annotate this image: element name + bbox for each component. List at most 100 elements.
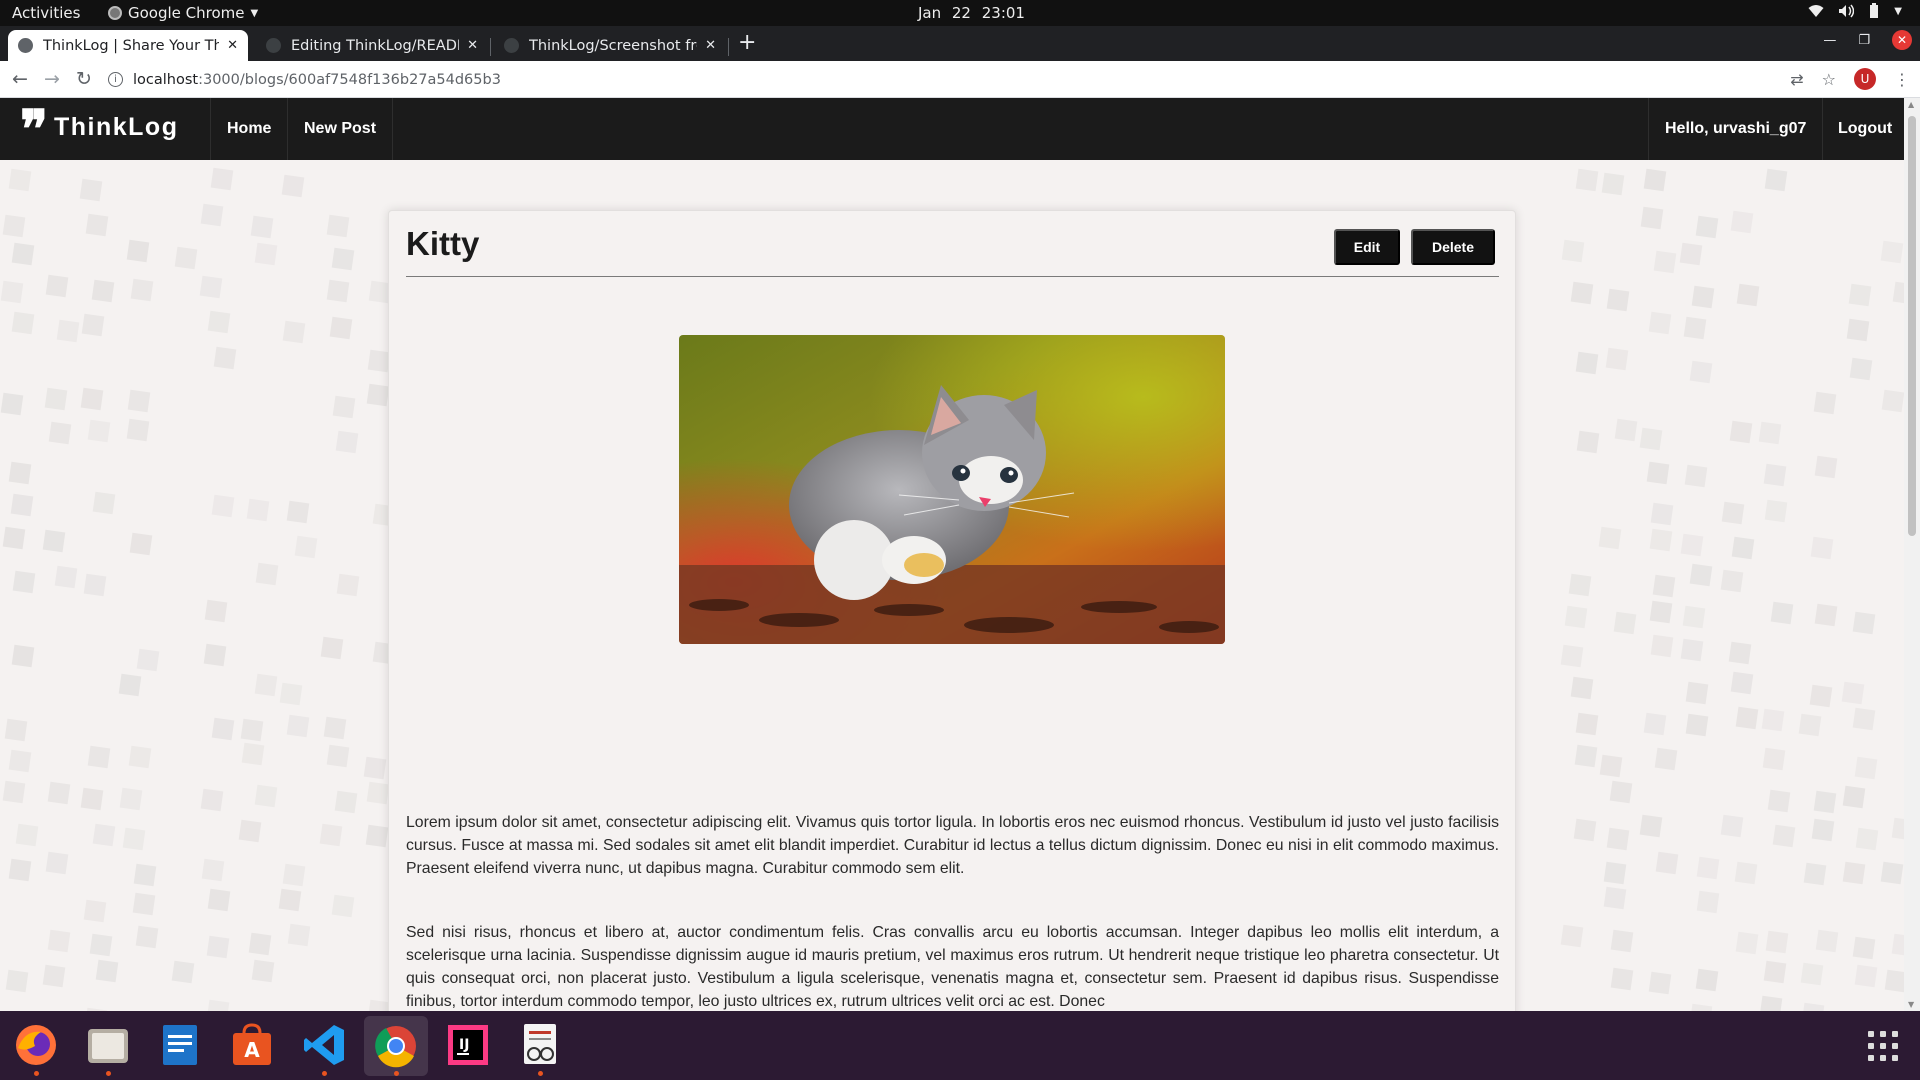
app-menu[interactable]: Google Chrome ▼ <box>108 4 258 22</box>
pattern-square <box>46 274 69 298</box>
pattern-square <box>1881 389 1904 413</box>
document-viewer-icon[interactable] <box>516 1021 564 1076</box>
pattern-square <box>11 311 35 335</box>
pattern-square <box>254 784 278 808</box>
nav-user-greeting[interactable]: Hello, urvashi_g07 <box>1648 98 1824 160</box>
info-icon[interactable]: i <box>108 72 123 87</box>
pattern-square <box>1561 924 1584 947</box>
tab-screenshot[interactable]: ThinkLog/Screenshot from ✕ <box>494 30 726 61</box>
pattern-square <box>1646 461 1670 485</box>
pattern-square <box>326 745 350 768</box>
pattern-square <box>11 644 35 668</box>
forward-arrow-icon[interactable]: → <box>44 68 60 90</box>
pattern-square <box>1689 563 1712 586</box>
pattern-square <box>254 673 278 697</box>
pattern-square <box>2 526 26 550</box>
pattern-square <box>287 923 311 947</box>
pattern-square <box>1643 712 1666 736</box>
pattern-square <box>1576 430 1600 454</box>
restore-icon[interactable]: ❐ <box>1858 33 1870 48</box>
edit-button[interactable]: Edit <box>1334 229 1400 265</box>
activities-button[interactable]: Activities <box>12 4 80 22</box>
pattern-square <box>1854 964 1877 988</box>
profile-avatar[interactable]: U <box>1854 68 1876 90</box>
nav-logout[interactable]: Logout <box>1822 98 1904 160</box>
tab-title: ThinkLog/Screenshot from <box>529 37 697 54</box>
new-tab-button[interactable]: + <box>738 30 756 55</box>
kitten-photo-illustration <box>679 335 1225 644</box>
pattern-square <box>1689 360 1712 383</box>
close-window-icon[interactable]: ✕ <box>1892 30 1912 50</box>
pattern-square <box>365 824 388 848</box>
pattern-square <box>1653 250 1677 274</box>
pattern-square <box>1765 930 1788 954</box>
pattern-square <box>6 969 29 993</box>
minimize-icon[interactable]: — <box>1823 33 1836 48</box>
tab-editing-readme[interactable]: Editing ThinkLog/README.md ✕ <box>256 30 488 61</box>
page-scrollbar[interactable]: ▲ ▼ <box>1904 98 1920 1011</box>
pattern-square <box>128 745 152 769</box>
pattern-square <box>1852 611 1875 634</box>
pattern-square <box>1570 676 1593 700</box>
scroll-down-arrow-icon[interactable]: ▼ <box>1908 1000 1914 1009</box>
intellij-icon[interactable]: IJ <box>444 1021 492 1069</box>
pattern-square <box>56 319 80 343</box>
files-icon[interactable] <box>84 1021 132 1076</box>
pattern-square <box>1758 422 1782 445</box>
site-brand[interactable]: ❞ ThinkLog <box>20 104 178 156</box>
pattern-square <box>1 392 24 416</box>
apps-grid-icon[interactable] <box>1868 1031 1898 1061</box>
pattern-square <box>1598 527 1622 550</box>
bookmark-star-icon[interactable]: ☆ <box>1822 70 1836 89</box>
text-editor-icon[interactable] <box>156 1021 204 1069</box>
pattern-square <box>54 565 78 589</box>
pattern-square <box>48 929 71 953</box>
software-center-icon[interactable]: A <box>228 1021 276 1069</box>
pattern-square <box>254 242 278 265</box>
tab-thinklog[interactable]: ThinkLog | Share Your Thoughts ✕ <box>8 30 248 61</box>
pattern-square <box>211 717 235 741</box>
pattern-square <box>92 279 115 303</box>
scroll-up-arrow-icon[interactable]: ▲ <box>1908 100 1914 109</box>
pattern-square <box>2 215 26 238</box>
pattern-square <box>1814 456 1837 479</box>
system-tray[interactable]: ▼ <box>1808 3 1902 19</box>
pattern-square <box>201 859 225 882</box>
title-divider <box>406 276 1499 277</box>
chrome-icon[interactable] <box>364 1016 428 1076</box>
pattern-square <box>1730 210 1753 234</box>
address-bar[interactable]: i localhost:3000/blogs/600af7548f136b27a… <box>108 65 1768 94</box>
pattern-square <box>1770 601 1794 624</box>
pattern-square <box>1810 684 1833 707</box>
clock[interactable]: Jan 22 23:01 <box>918 4 1025 22</box>
reload-icon[interactable]: ↻ <box>76 68 92 90</box>
nav-new-post[interactable]: New Post <box>288 98 394 160</box>
close-tab-icon[interactable]: ✕ <box>705 38 716 53</box>
close-tab-icon[interactable]: ✕ <box>467 38 478 53</box>
tab-title: ThinkLog | Share Your Thoughts <box>43 37 220 54</box>
firefox-icon[interactable] <box>12 1021 60 1076</box>
pattern-square <box>92 491 115 515</box>
pattern-square <box>1649 528 1673 551</box>
scrollbar-thumb[interactable] <box>1908 116 1916 536</box>
more-menu-icon[interactable]: ⋮ <box>1894 70 1910 89</box>
delete-button[interactable]: Delete <box>1411 229 1495 265</box>
close-tab-icon[interactable]: ✕ <box>227 38 238 53</box>
github-icon <box>504 38 519 53</box>
pattern-square <box>1696 890 1719 914</box>
pattern-square <box>136 648 159 672</box>
pattern-square <box>119 787 142 810</box>
pattern-square <box>1728 641 1752 665</box>
pattern-square <box>80 787 103 811</box>
caret-down-icon: ▼ <box>1894 5 1902 17</box>
pattern-square <box>1731 672 1754 695</box>
pattern-square <box>1651 502 1674 526</box>
pattern-square <box>294 535 317 559</box>
nav-home[interactable]: Home <box>210 98 289 160</box>
translate-icon[interactable]: ⇄ <box>1790 70 1803 89</box>
back-arrow-icon[interactable]: ← <box>12 68 28 90</box>
pattern-square <box>1892 817 1904 841</box>
pattern-square <box>204 600 228 623</box>
pattern-square <box>1810 536 1834 560</box>
vscode-icon[interactable] <box>300 1021 348 1076</box>
